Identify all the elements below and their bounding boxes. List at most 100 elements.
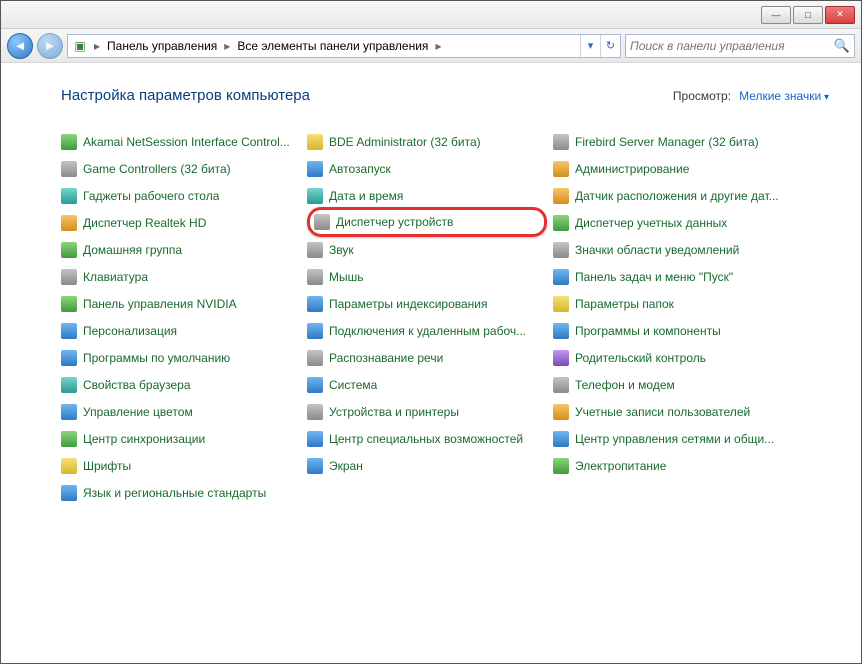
chevron-right-icon: ▸ (433, 39, 443, 53)
control-panel-item[interactable]: Электропитание (553, 456, 793, 476)
control-panel-item[interactable]: Домашняя группа (61, 240, 301, 260)
minimize-button[interactable]: — (761, 6, 791, 24)
item-icon (553, 404, 569, 420)
item-label: Электропитание (575, 459, 666, 473)
control-panel-item[interactable]: Персонализация (61, 321, 301, 341)
refresh-button[interactable]: ↻ (600, 35, 620, 57)
control-panel-item[interactable]: Диспетчер учетных данных (553, 213, 793, 233)
address-dropdown-button[interactable]: ▾ (580, 35, 600, 57)
view-by-dropdown[interactable]: Мелкие значки (739, 89, 829, 103)
address-bar[interactable]: ▣ ▸ Панель управления ▸ Все элементы пан… (67, 34, 621, 58)
item-icon (553, 161, 569, 177)
control-panel-item[interactable]: Администрирование (553, 159, 793, 179)
control-panel-item[interactable]: Панель управления NVIDIA (61, 294, 301, 314)
control-panel-item[interactable]: Система (307, 375, 547, 395)
control-panel-item[interactable]: Параметры папок (553, 294, 793, 314)
breadcrumb-root[interactable]: Панель управления (102, 39, 222, 53)
control-panel-item[interactable]: Гаджеты рабочего стола (61, 186, 301, 206)
control-panel-item[interactable]: Диспетчер устройств (307, 207, 547, 237)
item-label: Центр управления сетями и общи... (575, 432, 774, 446)
item-label: Телефон и модем (575, 378, 675, 392)
control-panel-item[interactable]: Клавиатура (61, 267, 301, 287)
item-label: Панель задач и меню "Пуск" (575, 270, 733, 284)
search-bar[interactable]: 🔍 (625, 34, 855, 58)
window-frame: — □ ✕ ◄ ► ▣ ▸ Панель управления ▸ Все эл… (0, 0, 862, 664)
control-panel-item[interactable]: Центр специальных возможностей (307, 429, 547, 449)
item-label: Гаджеты рабочего стола (83, 189, 219, 203)
view-by-label: Просмотр: (673, 89, 731, 103)
control-panel-item[interactable]: Программы и компоненты (553, 321, 793, 341)
control-panel-item[interactable]: Firebird Server Manager (32 бита) (553, 132, 793, 152)
breadcrumb-sub[interactable]: Все элементы панели управления (232, 39, 433, 53)
item-label: Game Controllers (32 бита) (83, 162, 231, 176)
control-panel-item[interactable]: Панель задач и меню "Пуск" (553, 267, 793, 287)
control-panel-item[interactable]: Значки области уведомлений (553, 240, 793, 260)
control-panel-item[interactable]: Подключения к удаленным рабоч... (307, 321, 547, 341)
item-icon (553, 215, 569, 231)
control-panel-item[interactable]: Звук (307, 240, 547, 260)
close-button[interactable]: ✕ (825, 6, 855, 24)
item-icon (61, 323, 77, 339)
control-panel-item[interactable]: Программы по умолчанию (61, 348, 301, 368)
item-label: Свойства браузера (83, 378, 191, 392)
item-icon (307, 458, 323, 474)
control-panel-item[interactable]: Мышь (307, 267, 547, 287)
control-panel-item[interactable]: Дата и время (307, 186, 547, 206)
item-label: Центр специальных возможностей (329, 432, 523, 446)
item-label: Экран (329, 459, 363, 473)
item-icon (61, 242, 77, 258)
control-panel-item[interactable]: Родительский контроль (553, 348, 793, 368)
control-panel-item[interactable]: Центр управления сетями и общи... (553, 429, 793, 449)
item-icon (553, 323, 569, 339)
control-panel-item[interactable]: Центр синхронизации (61, 429, 301, 449)
maximize-button[interactable]: □ (793, 6, 823, 24)
item-icon (307, 350, 323, 366)
item-icon (307, 323, 323, 339)
item-icon (61, 215, 77, 231)
control-panel-item[interactable]: Диспетчер Realtek HD (61, 213, 301, 233)
item-icon (61, 485, 77, 501)
control-panel-item[interactable]: Язык и региональные стандарты (61, 483, 301, 503)
item-icon (553, 431, 569, 447)
item-icon (61, 161, 77, 177)
item-label: Значки области уведомлений (575, 243, 739, 257)
control-panel-item[interactable]: Телефон и модем (553, 375, 793, 395)
item-icon (553, 296, 569, 312)
item-label: Akamai NetSession Interface Control... (83, 135, 290, 149)
control-panel-item[interactable]: Game Controllers (32 бита) (61, 159, 301, 179)
item-label: Распознавание речи (329, 351, 443, 365)
control-panel-item[interactable]: BDE Administrator (32 бита) (307, 132, 547, 152)
back-button[interactable]: ◄ (7, 33, 33, 59)
item-label: Диспетчер учетных данных (575, 216, 727, 230)
control-panel-item[interactable]: Параметры индексирования (307, 294, 547, 314)
item-label: Система (329, 378, 377, 392)
view-by-group: Просмотр: Мелкие значки (673, 89, 829, 103)
item-icon (307, 269, 323, 285)
control-panel-item[interactable]: Управление цветом (61, 402, 301, 422)
item-label: Firebird Server Manager (32 бита) (575, 135, 759, 149)
control-panel-item[interactable]: Распознавание речи (307, 348, 547, 368)
item-label: Устройства и принтеры (329, 405, 459, 419)
item-label: Администрирование (575, 162, 689, 176)
item-label: Датчик расположения и другие дат... (575, 189, 779, 203)
item-label: Персонализация (83, 324, 177, 338)
control-panel-item[interactable]: Автозапуск (307, 159, 547, 179)
forward-button[interactable]: ► (37, 33, 63, 59)
control-panel-item[interactable]: Датчик расположения и другие дат... (553, 186, 793, 206)
items-grid: Akamai NetSession Interface Control... BD… (61, 132, 829, 503)
item-label: Домашняя группа (83, 243, 182, 257)
control-panel-item[interactable]: Устройства и принтеры (307, 402, 547, 422)
item-icon (553, 377, 569, 393)
item-label: Параметры папок (575, 297, 674, 311)
control-panel-item[interactable]: Экран (307, 456, 547, 476)
control-panel-item[interactable]: Шрифты (61, 456, 301, 476)
search-icon[interactable]: 🔍 (834, 38, 850, 54)
item-label: Клавиатура (83, 270, 148, 284)
control-panel-item[interactable]: Свойства браузера (61, 375, 301, 395)
page-title: Настройка параметров компьютера (61, 87, 310, 104)
item-label: Звук (329, 243, 354, 257)
item-icon (61, 404, 77, 420)
control-panel-item[interactable]: Akamai NetSession Interface Control... (61, 132, 301, 152)
search-input[interactable] (630, 39, 834, 53)
control-panel-item[interactable]: Учетные записи пользователей (553, 402, 793, 422)
